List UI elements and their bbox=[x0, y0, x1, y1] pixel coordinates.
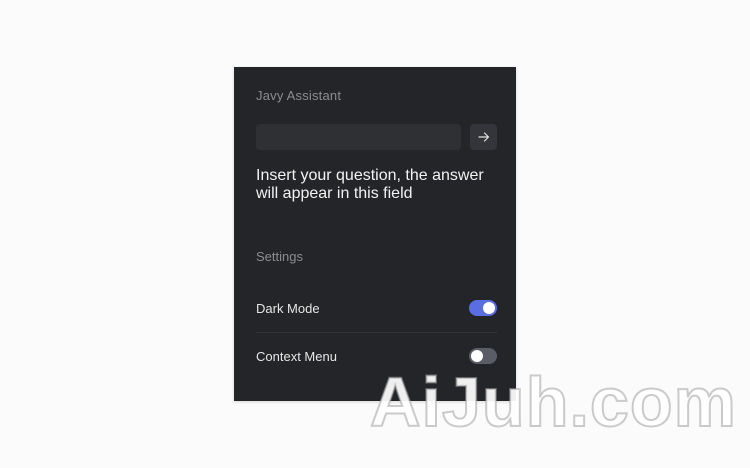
assistant-panel: Javy Assistant Insert your question, the… bbox=[234, 67, 516, 401]
toggle-knob bbox=[483, 302, 495, 314]
dark-mode-label: Dark Mode bbox=[256, 300, 320, 316]
context-menu-toggle[interactable] bbox=[469, 348, 497, 364]
dark-mode-toggle[interactable] bbox=[469, 300, 497, 316]
toggle-knob bbox=[471, 350, 483, 362]
arrow-right-icon bbox=[477, 132, 489, 142]
page: Javy Assistant Insert your question, the… bbox=[0, 0, 750, 468]
divider bbox=[256, 332, 497, 333]
answer-text: Insert your question, the answer will ap… bbox=[256, 167, 484, 202]
send-button[interactable] bbox=[470, 124, 497, 150]
setting-context-menu: Context Menu bbox=[256, 344, 497, 368]
setting-dark-mode: Dark Mode bbox=[256, 296, 497, 320]
panel-title: Javy Assistant bbox=[256, 88, 342, 103]
question-input[interactable] bbox=[256, 124, 461, 150]
settings-heading: Settings bbox=[256, 249, 303, 264]
context-menu-label: Context Menu bbox=[256, 348, 337, 364]
